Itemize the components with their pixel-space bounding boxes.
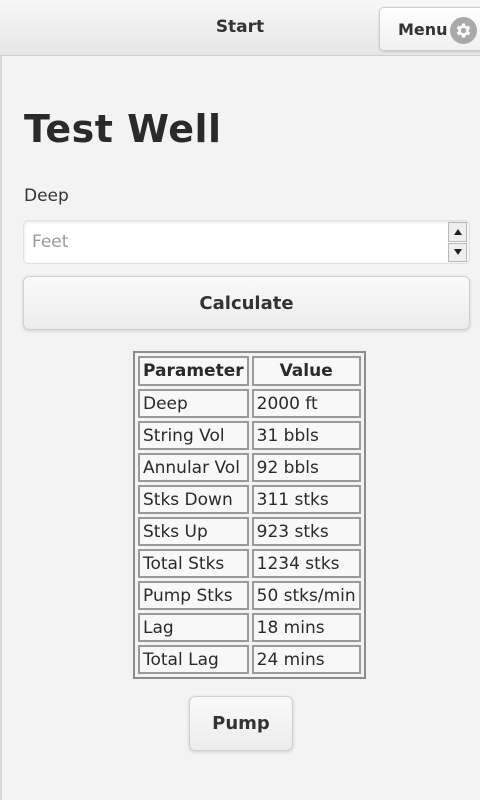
parameter-cell: Annular Vol xyxy=(138,453,249,482)
value-cell: 24 mins xyxy=(251,645,361,674)
depth-spinner xyxy=(448,222,467,262)
table-row: String Vol 31 bbls xyxy=(138,421,361,450)
arrow-down-icon xyxy=(453,249,462,256)
table-row: Deep 2000 ft xyxy=(138,389,361,418)
results-table: Parameter Value Deep 2000 ft String Vol … xyxy=(133,351,366,679)
page-left-border xyxy=(0,56,2,800)
spinner-up-button[interactable] xyxy=(448,222,467,242)
spinner-down-button[interactable] xyxy=(448,242,467,262)
value-cell: 31 bbls xyxy=(251,421,361,450)
value-cell: 2000 ft xyxy=(251,389,361,418)
column-header-parameter: Parameter xyxy=(138,356,249,386)
parameter-cell: String Vol xyxy=(138,421,249,450)
value-cell: 18 mins xyxy=(251,613,361,642)
parameter-cell: Deep xyxy=(138,389,249,418)
value-cell: 1234 stks xyxy=(251,549,361,578)
table-row: Stks Down 311 stks xyxy=(138,485,361,514)
gear-icon xyxy=(450,17,477,44)
menu-button-label: Menu xyxy=(398,19,448,39)
parameter-cell: Lag xyxy=(138,613,249,642)
arrow-up-icon xyxy=(453,228,462,235)
parameter-cell: Pump Stks xyxy=(138,581,249,610)
table-row: Pump Stks 50 stks/min xyxy=(138,581,361,610)
parameter-cell: Stks Up xyxy=(138,517,249,546)
table-row: Lag 18 mins xyxy=(138,613,361,642)
calculate-button[interactable]: Calculate xyxy=(23,276,470,330)
value-cell: 92 bbls xyxy=(251,453,361,482)
value-cell: 311 stks xyxy=(251,485,361,514)
parameter-cell: Total Stks xyxy=(138,549,249,578)
value-cell: 50 stks/min xyxy=(251,581,361,610)
depth-input[interactable] xyxy=(32,221,444,263)
menu-button[interactable]: Menu xyxy=(379,7,480,51)
app-header: Start Menu xyxy=(0,0,480,56)
value-cell: 923 stks xyxy=(251,517,361,546)
page-title: Test Well xyxy=(24,107,222,151)
table-row: Annular Vol 92 bbls xyxy=(138,453,361,482)
table-row: Total Stks 1234 stks xyxy=(138,549,361,578)
table-header-row: Parameter Value xyxy=(138,356,361,386)
parameter-cell: Total Lag xyxy=(138,645,249,674)
table-row: Stks Up 923 stks xyxy=(138,517,361,546)
parameter-cell: Stks Down xyxy=(138,485,249,514)
table-row: Total Lag 24 mins xyxy=(138,645,361,674)
depth-input-wrapper xyxy=(23,220,470,264)
column-header-value: Value xyxy=(251,356,361,386)
pump-button[interactable]: Pump xyxy=(189,696,293,751)
depth-field-label: Deep xyxy=(24,186,69,206)
